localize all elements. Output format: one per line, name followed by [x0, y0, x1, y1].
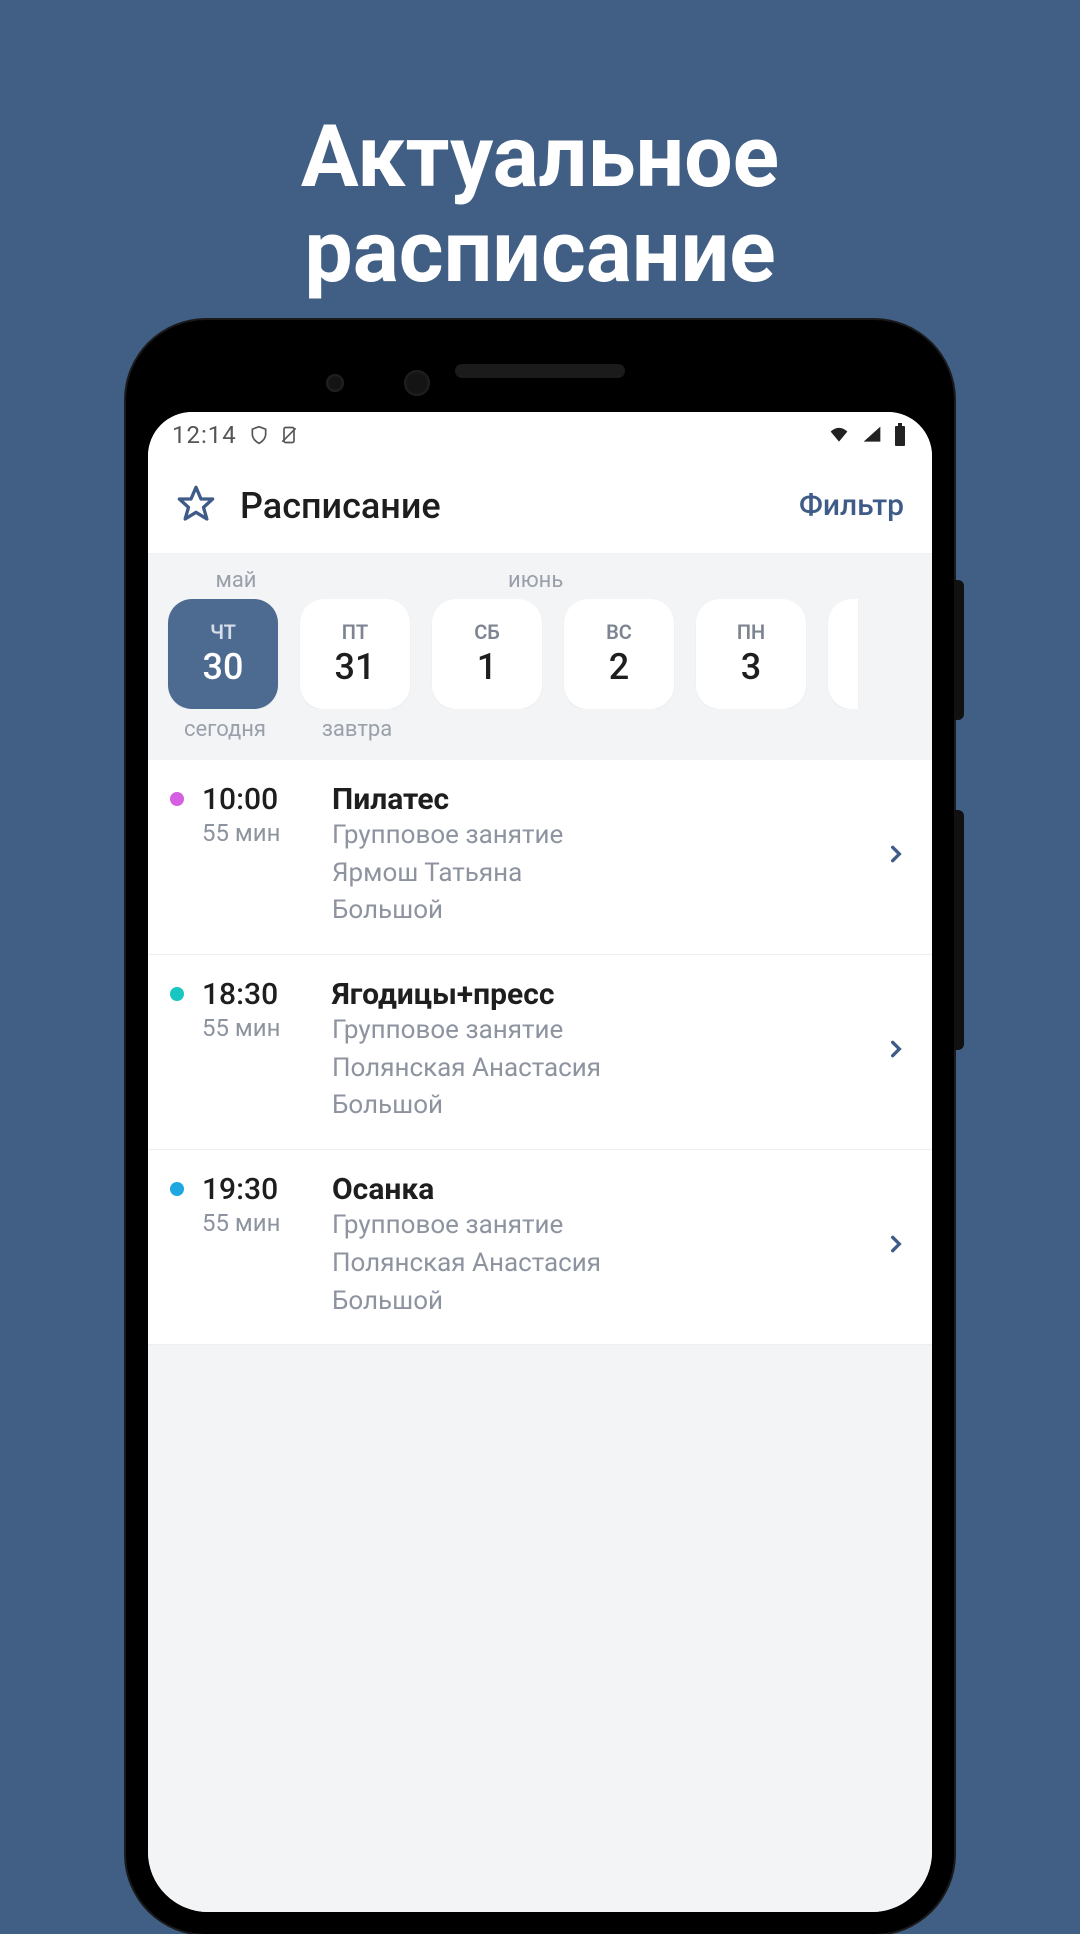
class-time: 19:30 — [202, 1172, 314, 1207]
class-room: Большой — [332, 892, 868, 930]
class-name: Осанка — [332, 1172, 868, 1207]
class-name: Пилатес — [332, 782, 868, 817]
list-end-spacer — [148, 1345, 932, 1912]
time-column: 19:30 55 мин — [202, 1172, 314, 1237]
phone-camera — [404, 370, 430, 396]
day-cell-1[interactable]: СБ 1 — [432, 599, 542, 709]
no-sim-icon — [279, 424, 299, 446]
battery-icon — [892, 423, 908, 447]
category-dot-icon — [170, 1182, 184, 1196]
day-of-week: ПТ — [342, 620, 368, 644]
class-type: Групповое занятие — [332, 817, 868, 855]
calendar-month-june: июнь — [302, 568, 910, 593]
day-of-week: ЧТ — [210, 620, 236, 644]
class-duration: 55 мин — [202, 1209, 314, 1237]
time-column: 10:00 55 мин — [202, 782, 314, 847]
class-duration: 55 мин — [202, 819, 314, 847]
day-of-week: СБ — [474, 620, 500, 644]
day-number: 1 — [477, 646, 497, 688]
promo-line2: расписание — [304, 201, 775, 302]
shield-icon — [249, 424, 269, 446]
class-time: 18:30 — [202, 977, 314, 1012]
day-cell-3[interactable]: ПН 3 — [696, 599, 806, 709]
calendar-days[interactable]: ЧТ 30 ПТ 31 СБ 1 ВС 2 — [158, 599, 922, 709]
class-duration: 55 мин — [202, 1014, 314, 1042]
class-trainer: Ярмош Татьяна — [332, 855, 868, 893]
calendar-strip: май июнь ЧТ 30 ПТ 31 СБ 1 — [148, 554, 932, 760]
promo-title: Актуальное расписание — [0, 0, 1080, 299]
day-number: 30 — [203, 646, 244, 688]
class-trainer: Полянская Анастасия — [332, 1245, 868, 1283]
phone-speaker — [455, 364, 625, 378]
chevron-right-icon — [886, 838, 910, 874]
calendar-month-may: май — [170, 568, 302, 593]
class-list: 10:00 55 мин Пилатес Групповое занятие Я… — [148, 760, 932, 1345]
day-of-week: ВС — [606, 620, 632, 644]
signal-icon — [860, 425, 884, 445]
day-label-today: сегодня — [170, 717, 280, 742]
promo-line1: Актуальное — [301, 106, 779, 207]
day-cell-30[interactable]: ЧТ 30 — [168, 599, 278, 709]
phone-camera — [326, 374, 344, 392]
phone-side-button — [954, 580, 964, 720]
day-number: 31 — [335, 646, 376, 688]
chevron-right-icon — [886, 1228, 910, 1264]
class-room: Большой — [332, 1087, 868, 1125]
class-row[interactable]: 19:30 55 мин Осанка Групповое занятие По… — [148, 1150, 932, 1345]
class-row[interactable]: 18:30 55 мин Ягодицы+пресс Групповое зан… — [148, 955, 932, 1150]
screen: 12:14 — [148, 412, 932, 1912]
statusbar-time: 12:14 — [172, 421, 237, 449]
status-bar: 12:14 — [148, 412, 932, 458]
category-dot-icon — [170, 987, 184, 1001]
class-row[interactable]: 10:00 55 мин Пилатес Групповое занятие Я… — [148, 760, 932, 955]
day-cell-2[interactable]: ВС 2 — [564, 599, 674, 709]
info-column: Пилатес Групповое занятие Ярмош Татьяна … — [332, 782, 868, 930]
day-number: 2 — [609, 646, 629, 688]
day-number: 3 — [741, 646, 761, 688]
app-bar: Расписание Фильтр — [148, 458, 932, 554]
class-room: Большой — [332, 1283, 868, 1321]
favorites-star-icon[interactable] — [176, 484, 216, 528]
day-label-tomorrow: завтра — [302, 717, 412, 742]
class-type: Групповое занятие — [332, 1012, 868, 1050]
filter-button[interactable]: Фильтр — [799, 488, 904, 523]
page-title: Расписание — [240, 485, 775, 527]
info-column: Осанка Групповое занятие Полянская Анаст… — [332, 1172, 868, 1320]
day-of-week: ПН — [737, 620, 765, 644]
category-dot-icon — [170, 792, 184, 806]
time-column: 18:30 55 мин — [202, 977, 314, 1042]
class-time: 10:00 — [202, 782, 314, 817]
class-type: Групповое занятие — [332, 1207, 868, 1245]
wifi-icon — [826, 425, 852, 445]
phone-frame: 12:14 — [126, 320, 954, 1934]
day-cell-next[interactable] — [828, 599, 858, 709]
day-cell-31[interactable]: ПТ 31 — [300, 599, 410, 709]
class-trainer: Полянская Анастасия — [332, 1050, 868, 1088]
class-name: Ягодицы+пресс — [332, 977, 868, 1012]
chevron-right-icon — [886, 1033, 910, 1069]
phone-inner: 12:14 — [148, 342, 932, 1912]
info-column: Ягодицы+пресс Групповое занятие Полянска… — [332, 977, 868, 1125]
phone-side-button — [954, 810, 964, 1050]
